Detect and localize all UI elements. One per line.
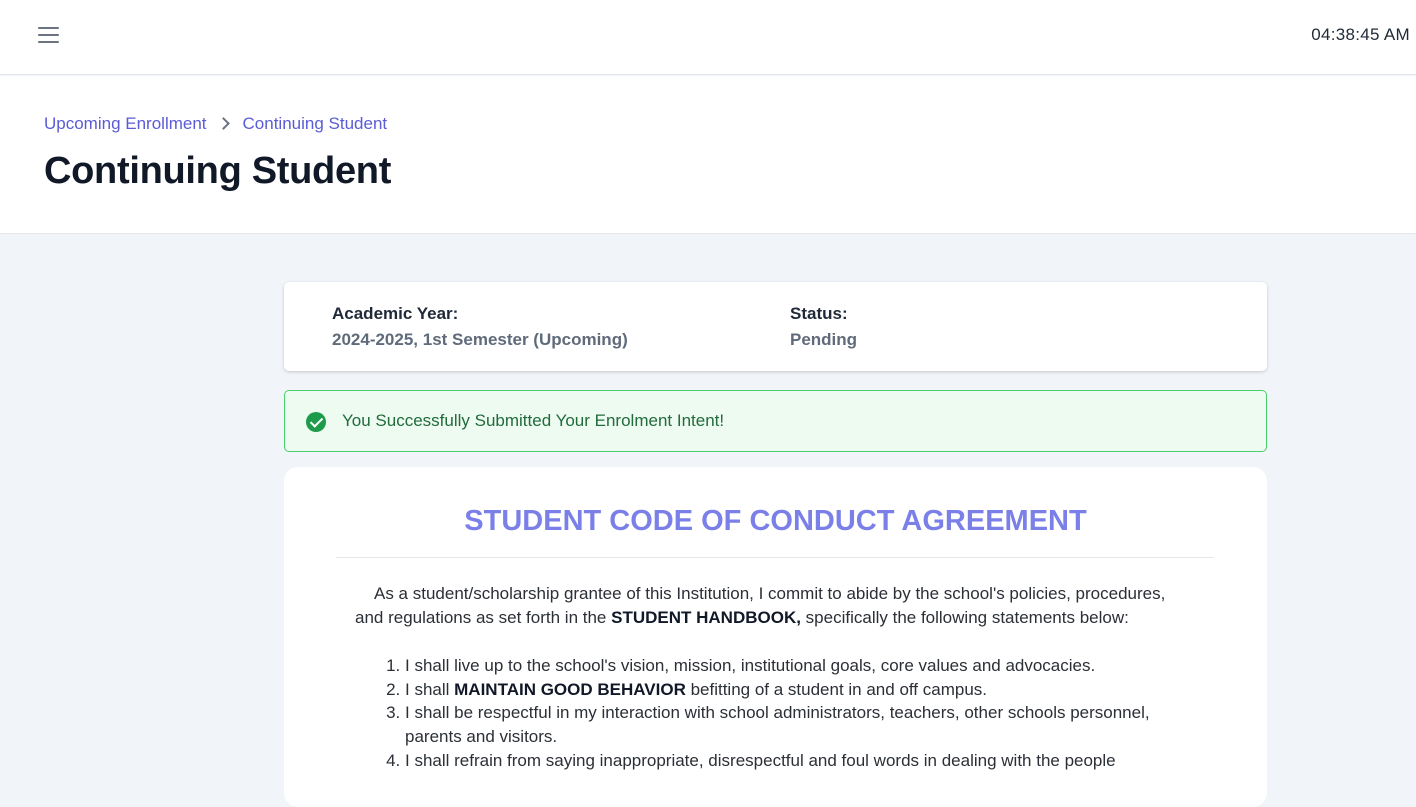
success-alert: You Successfully Submitted Your Enrolmen…	[284, 390, 1267, 452]
code-of-conduct-card: STUDENT CODE OF CONDUCT AGREEMENT As a s…	[284, 467, 1267, 807]
status-label: Status:	[790, 304, 848, 323]
list-item: I shall refrain from saying inappropriat…	[405, 749, 1195, 773]
enrollment-info-card: Academic Year: 2024-2025, 1st Semester (…	[284, 282, 1267, 371]
rule-text: I shall	[405, 679, 455, 699]
conduct-title: STUDENT CODE OF CONDUCT AGREEMENT	[464, 505, 1087, 537]
intro-text-end: specifically the following statements be…	[800, 608, 1129, 627]
chevron-right-icon	[219, 117, 229, 131]
status-value: Pending	[790, 330, 858, 349]
academic-year-block: Academic Year: 2024-2025, 1st Semester (…	[332, 304, 628, 350]
student-handbook-bold: STUDENT HANDBOOK,	[611, 608, 801, 627]
status-block: Status: Pending	[790, 304, 857, 350]
conduct-body: As a student/scholarship grantee of this…	[355, 582, 1195, 773]
clock: 04:38:45 AM	[1311, 25, 1410, 44]
conduct-rules-list: I shall live up to the school's vision, …	[355, 654, 1195, 773]
page-header: Upcoming Enrollment Continuing Student C…	[0, 76, 1416, 234]
breadcrumb-upcoming-enrollment[interactable]: Upcoming Enrollment	[44, 114, 207, 134]
page-title: Continuing Student	[44, 150, 392, 192]
divider	[336, 557, 1214, 558]
list-item: I shall be respectful in my interaction …	[405, 701, 1195, 748]
academic-year-value: 2024-2025, 1st Semester (Upcoming)	[332, 330, 628, 349]
conduct-intro-line-1: As a student/scholarship grantee of this…	[374, 584, 1166, 603]
academic-year-label: Academic Year:	[332, 304, 459, 323]
list-item: I shall MAINTAIN GOOD BEHAVIOR befitting…	[405, 678, 1195, 702]
top-bar: 04:38:45 AM	[0, 0, 1416, 75]
check-circle-icon	[306, 412, 326, 432]
success-message: You Successfully Submitted Your Enrolmen…	[342, 411, 725, 430]
intro-text: and regulations as set forth in the	[355, 608, 612, 627]
breadcrumb: Upcoming Enrollment Continuing Student	[44, 114, 387, 134]
rule-bold: MAINTAIN GOOD BEHAVIOR	[454, 679, 686, 699]
hamburger-menu-icon[interactable]	[36, 25, 62, 45]
list-item: I shall live up to the school's vision, …	[405, 654, 1195, 678]
conduct-intro-line-2: and regulations as set forth in the STUD…	[355, 606, 1195, 630]
rule-text-end: befitting of a student in and off campus…	[685, 679, 988, 699]
breadcrumb-continuing-student[interactable]: Continuing Student	[243, 114, 388, 134]
